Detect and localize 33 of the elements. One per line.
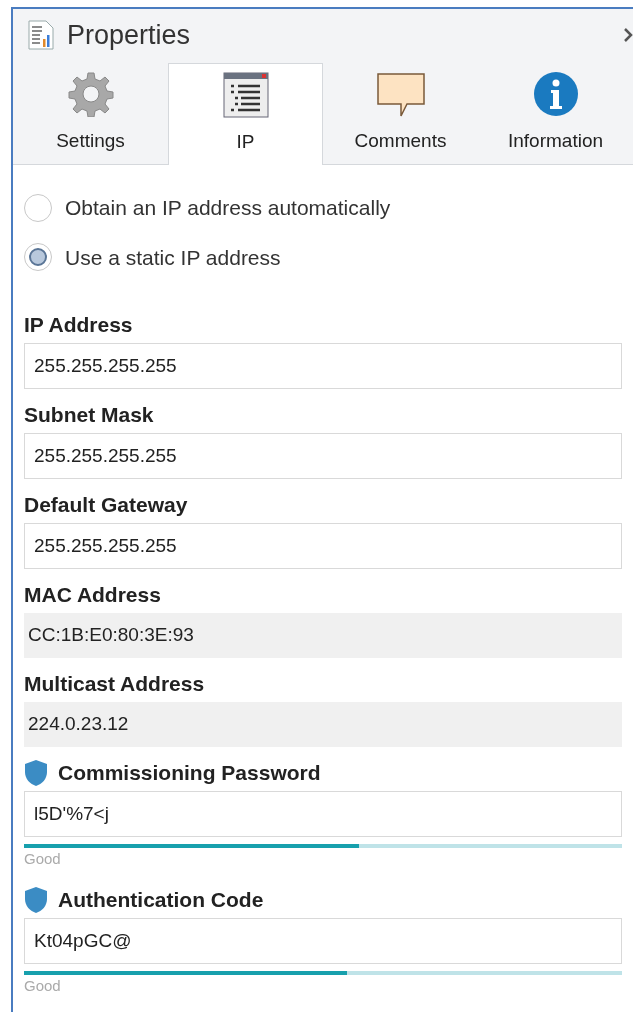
radio-button[interactable] (24, 243, 52, 272)
radio-label: Obtain an IP address automatically (65, 195, 391, 221)
panel-title: Properties (67, 18, 191, 52)
readonly-field: CC:1B:E0:80:3E:93 (24, 613, 622, 658)
chevron-icon[interactable] (623, 26, 633, 44)
tab[interactable]: Information (478, 61, 633, 164)
strength-label: Good (24, 976, 61, 996)
shield-icon (24, 886, 48, 914)
field-label: Subnet Mask (24, 402, 154, 429)
input-field[interactable]: 255.255.255.255 (24, 343, 622, 389)
document-chart-icon (27, 19, 55, 51)
field-label: Commissioning Password (58, 760, 321, 787)
input-field[interactable]: 255.255.255.255 (24, 523, 622, 569)
radio-label: Use a static IP address (65, 244, 281, 271)
strength-label: Good (24, 849, 61, 869)
input-field[interactable]: l5D'%7<j (24, 791, 622, 837)
field-label: Multicast Address (24, 671, 205, 698)
input-field[interactable]: 255.255.255.255 (24, 433, 622, 479)
input-field[interactable]: Kt04pGC@ (24, 918, 622, 964)
tab[interactable]: IP (168, 63, 323, 165)
field-label: IP Address (24, 312, 133, 339)
radio-button[interactable] (24, 193, 52, 222)
gear-icon (67, 70, 114, 117)
shield-icon (24, 759, 48, 787)
field-label: Authentication Code (58, 887, 264, 914)
tab[interactable]: Comments (323, 61, 478, 164)
readonly-field: 224.0.23.12 (24, 702, 622, 747)
info-icon (532, 70, 579, 117)
field-label: Default Gateway (24, 492, 188, 519)
tab[interactable]: Settings (13, 61, 168, 164)
list-window-icon (222, 71, 269, 118)
speech-bubble-icon (376, 72, 425, 117)
field-label: MAC Address (24, 582, 161, 609)
